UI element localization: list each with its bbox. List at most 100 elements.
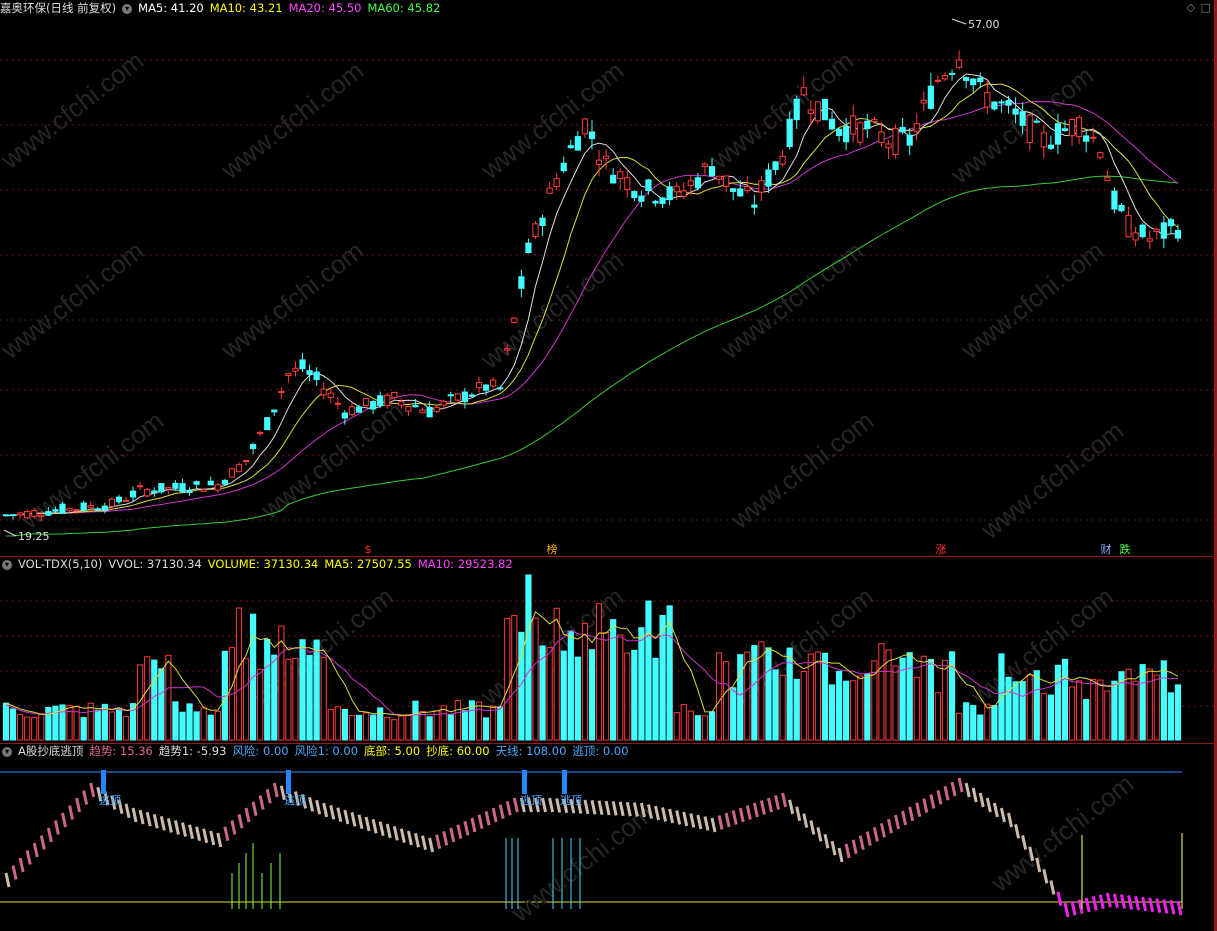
volume-bar: [779, 674, 786, 741]
candlestick-chart[interactable]: www.cfchi.com www.cfchi.com www.cfchi.com w…: [0, 0, 1217, 556]
volume-title: VOL-TDX(5,10): [18, 557, 103, 571]
volume-bar: [588, 649, 596, 741]
volume-bar: [214, 710, 221, 741]
candle-body: [398, 400, 405, 406]
volume-bar: [355, 714, 363, 741]
candle-body: [355, 406, 363, 413]
volume-bar: [652, 657, 659, 741]
candle-body: [934, 79, 942, 82]
trend-stripe: [1084, 897, 1091, 913]
collapse-icon[interactable]: ▾: [2, 559, 12, 570]
price-pane-header: 嘉奥环保(日线 前复权) ▾ MA5: 41.20 MA10: 43.21 MA20: …: [0, 0, 452, 16]
candle-body: [786, 118, 793, 148]
collapse-icon[interactable]: ▾: [122, 3, 133, 14]
trend-stripe: [661, 807, 668, 822]
volume-bar: [737, 654, 744, 741]
candle-body: [193, 481, 200, 485]
trend-stripe: [1049, 880, 1056, 895]
candle-body: [878, 131, 885, 143]
maximize-icon[interactable]: □: [1201, 1, 1211, 14]
candle-body: [546, 187, 553, 194]
trend-stripe: [1155, 898, 1162, 913]
trend-stripe: [406, 830, 413, 846]
trend-stripe: [929, 794, 936, 809]
collapse-icon[interactable]: ▾: [2, 746, 12, 757]
volume-bar: [461, 710, 468, 741]
volume-bar: [38, 713, 45, 741]
candle-body: [59, 503, 66, 514]
escape-bar: [286, 770, 291, 794]
volume-bar: [66, 705, 73, 741]
candle-body: [991, 101, 998, 110]
volume-bar: [680, 704, 687, 741]
volume-bar: [645, 600, 652, 741]
candle-body: [17, 512, 24, 516]
candle-body: [539, 217, 546, 226]
volume-chart[interactable]: www.cfchi.com www.cfchi.com www.cfchi.com w…: [0, 556, 1217, 743]
volume-bar: [821, 652, 829, 741]
ma-label: MA5: 41.20: [138, 1, 204, 15]
volume-bar: [659, 614, 666, 741]
trend-stripe: [957, 777, 964, 793]
watermark: www.cfchi.com: [724, 405, 879, 535]
volume-bar: [179, 711, 186, 741]
trend-stripe: [703, 816, 710, 831]
volume-bar: [546, 647, 553, 741]
indicator-chart[interactable]: www.cfchi.com www.cfchi.com逃顶 逃顶 逃顶 逃顶: [0, 743, 1217, 931]
candle-body: [24, 511, 31, 519]
trend-stripe: [548, 797, 555, 813]
volume-bar: [454, 700, 461, 741]
trend-stripe: [1148, 897, 1155, 913]
trend-stripe: [731, 810, 738, 825]
volume-bar: [1146, 668, 1153, 741]
candle-body: [1033, 120, 1040, 123]
trend-stripe: [505, 801, 512, 816]
volume-chart-pane[interactable]: www.cfchi.com www.cfchi.com www.cfchi.com w…: [0, 556, 1217, 743]
ma-label: MA20: 45.50: [288, 1, 362, 15]
escape-label: 逃顶: [520, 794, 542, 807]
candle-body: [299, 359, 306, 370]
candle-body: [1097, 152, 1104, 158]
volume-bar: [1033, 670, 1040, 741]
price-chart-pane[interactable]: www.cfchi.com www.cfchi.com www.cfchi.com w…: [0, 0, 1217, 556]
volume-bar: [595, 603, 603, 741]
escape-bar: [522, 770, 527, 794]
candle-body: [772, 161, 779, 170]
trend-stripe: [399, 828, 406, 843]
diamond-icon[interactable]: ◇: [1187, 1, 1195, 14]
watermark: www.cfchi.com: [704, 45, 859, 175]
candle-body: [144, 489, 151, 497]
trend-stripe: [752, 802, 759, 818]
candle-body: [1012, 108, 1019, 115]
candle-body: [708, 166, 716, 177]
candle-body: [1068, 118, 1076, 137]
candle-body: [835, 128, 843, 136]
volume-bar: [334, 706, 341, 741]
volume-bar: [567, 630, 574, 741]
volume-bar: [920, 655, 927, 741]
trend-stripe: [745, 805, 752, 820]
trend-stripe: [1070, 901, 1077, 916]
candle-body: [137, 485, 144, 488]
trend-stripe: [251, 801, 258, 817]
trend-stripe: [4, 872, 11, 888]
indicator-chart-pane[interactable]: www.cfchi.com www.cfchi.com 逃顶 逃顶 逃顶 逃顶 ▾ A股抄底…: [0, 743, 1217, 931]
trend-stripe: [985, 797, 992, 813]
low-price-label: 19.25: [18, 530, 50, 543]
volume-bar: [299, 639, 306, 741]
trend-stripe: [392, 826, 399, 841]
watermark: www.cfchi.com: [14, 405, 169, 535]
volume-bar: [1083, 699, 1090, 741]
candle-body: [80, 502, 87, 511]
volume-bar: [122, 716, 130, 741]
trend-stripe: [512, 797, 519, 813]
trend-stripe: [364, 816, 371, 832]
candle-body: [200, 489, 207, 492]
candle-body: [1125, 215, 1132, 238]
candle-body: [285, 373, 292, 377]
candle-body: [977, 77, 984, 83]
ma-label: MA60: 45.82: [367, 1, 441, 15]
candle-body: [1160, 222, 1167, 239]
candle-body: [1019, 111, 1026, 126]
volume-bar: [257, 668, 264, 741]
